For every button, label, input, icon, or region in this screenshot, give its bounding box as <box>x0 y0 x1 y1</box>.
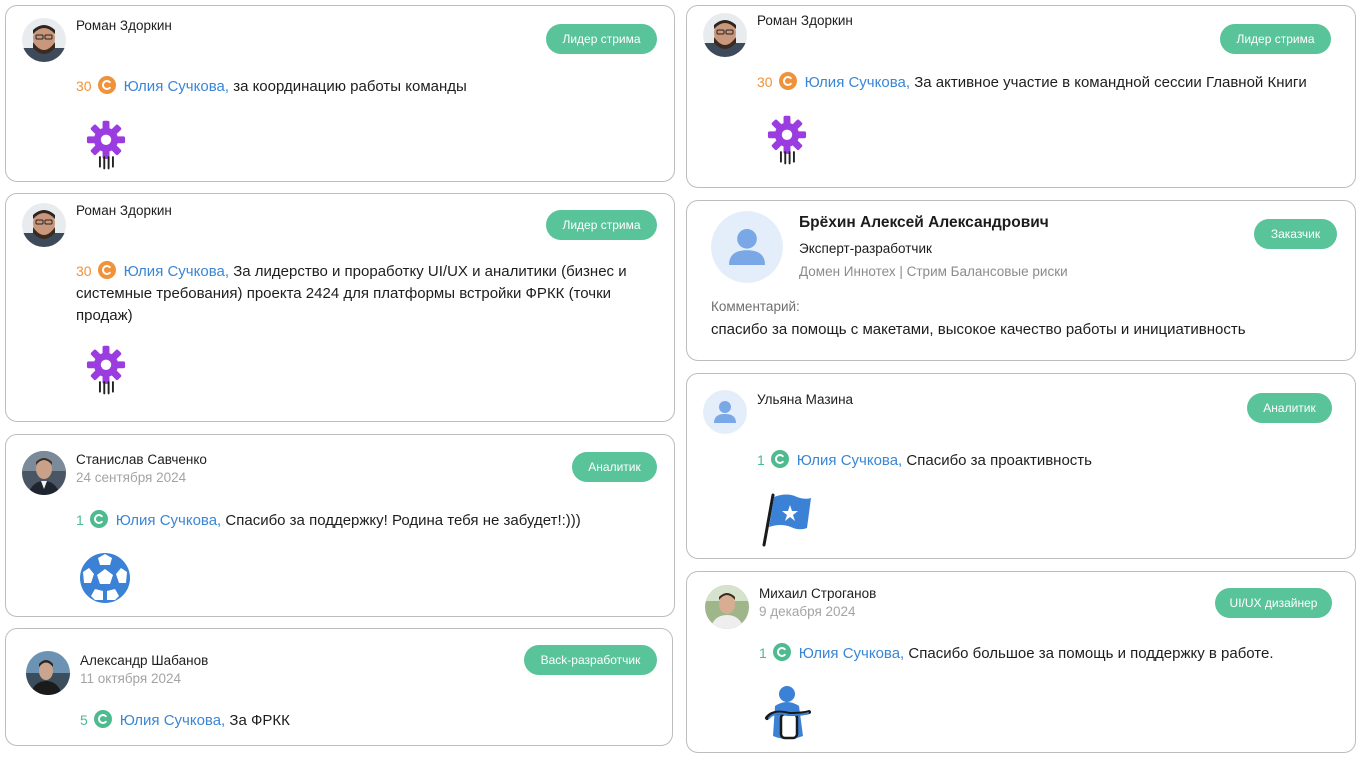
recipient-link[interactable]: Юлия Сучкова, <box>116 512 221 529</box>
author-name[interactable]: Роман Здоркин <box>76 18 172 33</box>
avatar[interactable] <box>703 13 747 57</box>
hug-icon <box>763 684 815 747</box>
role-badge: UI/UX дизайнер <box>1215 588 1332 618</box>
avatar[interactable] <box>26 651 70 695</box>
comment-text: спасибо за помощь с макетами, высокое ка… <box>711 321 1246 338</box>
post-date: 9 декабря 2024 <box>759 604 856 619</box>
coin-amount: 1 <box>757 452 765 468</box>
coin-amount: 1 <box>759 645 767 661</box>
coin-icon <box>97 261 116 279</box>
author-name[interactable]: Михаил Строганов <box>759 586 876 601</box>
avatar[interactable] <box>711 211 783 283</box>
coin-icon <box>97 76 116 94</box>
role-badge: Заказчик <box>1254 219 1337 249</box>
recipient-link[interactable]: Юлия Сучкова, <box>120 712 225 729</box>
gear-rocket-icon <box>80 340 132 405</box>
kudos-text: за координацию работы команды <box>233 78 467 95</box>
flag-star-icon <box>761 491 817 552</box>
kudos-text: За активное участие в командной сессии Г… <box>914 74 1307 91</box>
kudos-text: За ФРКК <box>229 712 290 729</box>
coin-amount: 30 <box>757 74 773 90</box>
author-role: Эксперт-разработчик <box>799 241 932 256</box>
coin-amount: 5 <box>80 712 88 728</box>
feed-card: Ульяна Мазина Аналитик 1 Юлия Сучкова, Сп… <box>686 373 1356 559</box>
coin-amount: 1 <box>76 512 84 528</box>
kudos-message: 5 Юлия Сучкова, За ФРКК <box>80 709 660 732</box>
author-name[interactable]: Александр Шабанов <box>80 653 208 668</box>
kudos-text: Спасибо за поддержку! Родина тебя не заб… <box>225 512 581 529</box>
kudos-message: 30 Юлия Сучкова, за координацию работы ко… <box>76 75 666 98</box>
avatar[interactable] <box>22 451 66 495</box>
feed-card: Роман Здоркин Лидер стрима 30 Юлия Сучков… <box>5 5 675 182</box>
author-domain: Домен Иннотех | Стрим Балансовые риски <box>799 264 1068 279</box>
gear-rocket-icon <box>80 115 132 180</box>
author-name[interactable]: Станислав Савченко <box>76 452 207 467</box>
coin-icon <box>778 72 797 90</box>
feed-card: Михаил Строганов 9 декабря 2024 UI/UX ди… <box>686 571 1356 753</box>
avatar[interactable] <box>705 585 749 629</box>
recipient-link[interactable]: Юлия Сучкова, <box>805 74 910 91</box>
feed-card: Александр Шабанов 11 октября 2024 Back-р… <box>5 628 673 746</box>
recipient-link[interactable]: Юлия Сучкова, <box>799 645 904 662</box>
role-badge: Лидер стрима <box>1220 24 1331 54</box>
coin-icon <box>93 710 112 728</box>
comment-label: Комментарий: <box>711 299 800 314</box>
author-name[interactable]: Ульяна Мазина <box>757 392 853 407</box>
recipient-link[interactable]: Юлия Сучкова, <box>124 78 229 95</box>
avatar[interactable] <box>22 18 66 62</box>
kudos-message: 1 Юлия Сучкова, Спасибо большое за помощь… <box>759 642 1349 665</box>
author-name[interactable]: Роман Здоркин <box>757 13 853 28</box>
gear-rocket-icon <box>761 110 813 175</box>
avatar[interactable] <box>22 203 66 247</box>
post-date: 11 октября 2024 <box>80 671 182 686</box>
coin-amount: 30 <box>76 78 92 94</box>
post-date: 24 сентября 2024 <box>76 470 187 485</box>
kudos-message: 1 Юлия Сучкова, Спасибо за проактивность <box>757 449 1347 472</box>
kudos-message: 1 Юлия Сучкова, Спасибо за поддержку! Род… <box>76 509 666 532</box>
kudos-text: Спасибо за проактивность <box>906 452 1092 469</box>
role-badge: Back-разработчик <box>524 645 657 675</box>
feedback-card: Брёхин Алексей Александрович Эксперт-раз… <box>686 200 1356 361</box>
feed-card: Роман Здоркин Лидер стрима 30 Юлия Сучков… <box>686 5 1356 188</box>
coin-icon <box>89 510 108 528</box>
feed-card: Роман Здоркин Лидер стрима 30 Юлия Сучков… <box>5 193 675 422</box>
kudos-message: 30 Юлия Сучкова, За лидерство и проработк… <box>76 260 656 327</box>
kudos-message: 30 Юлия Сучкова, За активное участие в ко… <box>757 71 1347 94</box>
coin-amount: 30 <box>76 263 92 279</box>
soccer-ball-icon <box>79 552 131 609</box>
feed-card: Станислав Савченко 24 сентября 2024 Анал… <box>5 434 675 617</box>
author-name[interactable]: Брёхин Алексей Александрович <box>799 214 1049 232</box>
kudos-text: Спасибо большое за помощь и поддержку в … <box>908 645 1274 662</box>
recipient-link[interactable]: Юлия Сучкова, <box>797 452 902 469</box>
coin-icon <box>772 643 791 661</box>
role-badge: Аналитик <box>1247 393 1332 423</box>
role-badge: Лидер стрима <box>546 210 657 240</box>
role-badge: Лидер стрима <box>546 24 657 54</box>
role-badge: Аналитик <box>572 452 657 482</box>
coin-icon <box>770 450 789 468</box>
recipient-link[interactable]: Юлия Сучкова, <box>124 263 229 280</box>
author-name[interactable]: Роман Здоркин <box>76 203 172 218</box>
avatar[interactable] <box>703 390 747 434</box>
